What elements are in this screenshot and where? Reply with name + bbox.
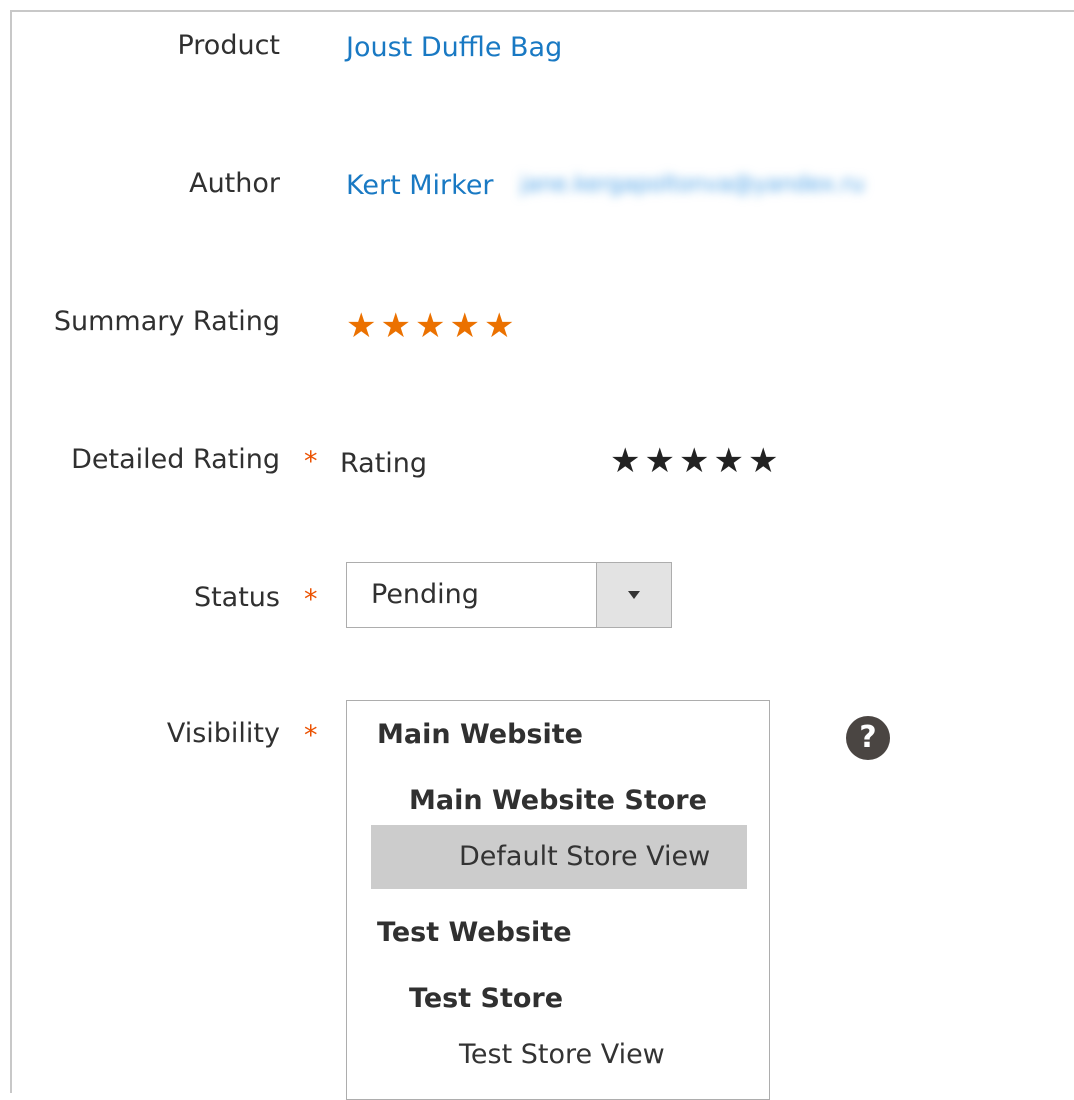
status-select-value: Pending: [371, 579, 479, 610]
summary-rating-stars: ★★★★★: [346, 306, 518, 346]
required-marker: *: [304, 446, 318, 477]
product-label: Product: [177, 30, 280, 61]
chevron-down-icon: [628, 591, 640, 599]
star-icon: ★: [483, 306, 519, 346]
product-link[interactable]: Joust Duffle Bag: [346, 32, 562, 63]
required-marker: *: [304, 584, 318, 615]
option-store: Test Store: [409, 983, 564, 1014]
option-store: Main Website Store: [409, 785, 707, 816]
visibility-multiselect[interactable]: Main Website Main Website Store Default …: [346, 700, 770, 1100]
star-icon: ★: [449, 306, 484, 346]
detailed-rating-label: Detailed Rating: [71, 444, 280, 475]
star-icon: ★: [414, 306, 450, 346]
star-icon[interactable]: ★: [644, 441, 678, 481]
option-store-view[interactable]: Test Store View: [459, 1039, 665, 1070]
star-icon[interactable]: ★: [713, 441, 747, 481]
star-icon[interactable]: ★: [679, 441, 713, 481]
option-store-view[interactable]: Default Store View: [459, 841, 710, 872]
visibility-label: Visibility: [166, 718, 280, 749]
option-website: Main Website: [377, 719, 583, 750]
rating-criterion-label: Rating: [340, 448, 428, 479]
author-link[interactable]: Kert Mirker: [346, 170, 494, 201]
required-marker: *: [304, 720, 318, 751]
status-select-toggle[interactable]: [596, 563, 671, 627]
author-label: Author: [189, 168, 280, 199]
status-select[interactable]: Pending: [346, 562, 672, 628]
status-label: Status: [193, 582, 280, 613]
help-icon[interactable]: ?: [846, 716, 890, 760]
author-email-blurred: jane.kergapoltonva@yandex.ru: [520, 172, 865, 197]
summary-rating-label: Summary Rating: [53, 306, 280, 337]
star-icon: ★: [346, 306, 381, 346]
option-website: Test Website: [377, 917, 572, 948]
star-icon[interactable]: ★: [610, 441, 644, 481]
star-icon[interactable]: ★: [748, 441, 782, 481]
detailed-rating-stars[interactable]: ★★★★★: [610, 441, 782, 481]
star-icon: ★: [380, 306, 415, 346]
